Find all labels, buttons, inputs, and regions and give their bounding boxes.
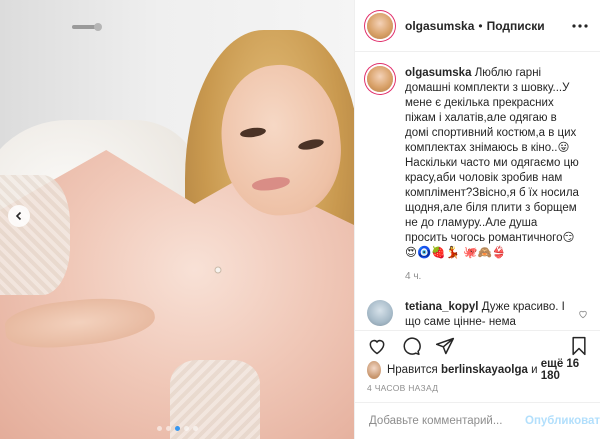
- carousel-dot: [183, 426, 189, 431]
- more-options-button[interactable]: [572, 23, 588, 28]
- likes-prefix: Нравится: [386, 364, 438, 376]
- comment-input[interactable]: [367, 414, 525, 428]
- likes-middle: и: [531, 364, 538, 376]
- likes-count-link[interactable]: ещё 16 180: [541, 358, 588, 382]
- post-side-panel: olgasumska • Подписки olgasumska Люблю г…: [354, 0, 600, 439]
- bookmark-icon: [572, 336, 586, 355]
- heart-icon: [579, 310, 587, 319]
- more-icon: [572, 23, 588, 28]
- avatar[interactable]: [367, 66, 393, 92]
- carousel-dots: [0, 426, 354, 431]
- like-button[interactable]: [367, 336, 387, 356]
- pendant-necklace: [214, 266, 222, 274]
- follow-status-button[interactable]: Подписки: [487, 19, 545, 33]
- caption-time[interactable]: 4 ч.: [405, 271, 588, 282]
- post-actions-bar: [355, 330, 600, 360]
- robe-lace-left: [0, 175, 70, 295]
- avatar[interactable]: [367, 12, 393, 39]
- caption-text: Люблю гарні домашні комплекти з шовку...…: [405, 67, 579, 259]
- publish-button[interactable]: Опубликовать: [525, 415, 600, 427]
- avatar[interactable]: [367, 361, 381, 379]
- post-header: olgasumska • Подписки: [355, 0, 600, 52]
- header-separator: •: [478, 18, 483, 33]
- post-photo[interactable]: [0, 0, 354, 439]
- heart-icon: [369, 339, 385, 354]
- carousel-dot: [165, 426, 171, 431]
- likes-row: Нравится berlinskayaolga и ещё 16 180: [367, 358, 588, 382]
- carousel-dot: [192, 426, 198, 431]
- caption-username[interactable]: olgasumska: [405, 67, 471, 79]
- share-icon: [435, 337, 455, 354]
- comment-icon: [403, 336, 421, 355]
- comment-item: tetiana_kopyl Дуже красиво. І що саме ці…: [367, 300, 588, 330]
- comments-list[interactable]: olgasumska Люблю гарні домашні комплекти…: [355, 52, 600, 330]
- save-button[interactable]: [570, 336, 588, 356]
- carousel-prev-button[interactable]: [8, 205, 30, 227]
- carousel-dot: [156, 426, 162, 431]
- post-caption: olgasumska Люблю гарні домашні комплекти…: [367, 66, 588, 261]
- carousel-dot: [174, 426, 180, 431]
- add-comment-bar: Опубликовать: [355, 402, 600, 439]
- comment-username[interactable]: tetiana_kopyl: [405, 301, 479, 313]
- avatar[interactable]: [367, 300, 393, 326]
- liker-username[interactable]: berlinskayaolga: [441, 364, 528, 376]
- comment-button[interactable]: [401, 336, 421, 356]
- chevron-left-icon: [15, 211, 22, 221]
- post-timestamp[interactable]: 4 ЧАСОВ НАЗАД: [367, 383, 438, 393]
- door-handle-decoration: [72, 23, 102, 31]
- share-button[interactable]: [435, 336, 455, 356]
- header-username[interactable]: olgasumska: [405, 19, 474, 33]
- comment-like-button[interactable]: [578, 306, 588, 324]
